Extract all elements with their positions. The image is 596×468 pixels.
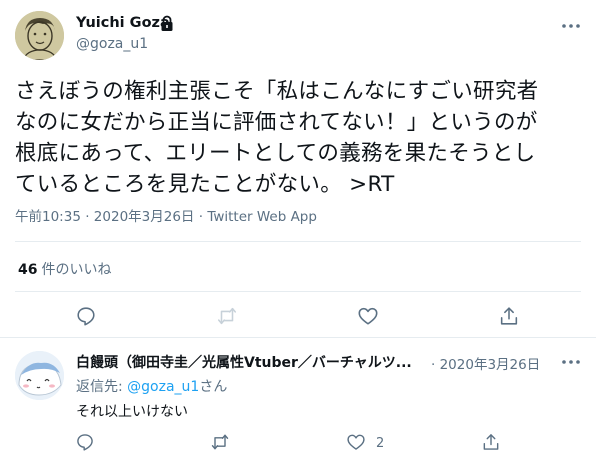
like-icon[interactable] xyxy=(346,432,366,452)
likes-count-link[interactable]: 46 件のいいね xyxy=(18,259,111,279)
more-options-icon[interactable] xyxy=(560,18,582,32)
reply-like-count: 2 xyxy=(376,436,385,451)
reply-text: それ以上いけない xyxy=(76,404,188,420)
tweet-text: さえぼうの権利主張こそ「私はこんなにすごい研究者 なのに女だから正当に評価されて… xyxy=(15,76,590,200)
main-tweet: Yuichi Goza @goza_u1 さえぼうの権利主張こそ「私はこんなにす… xyxy=(0,0,596,338)
tweet-meta: 午前10:35 · 2020年3月26日 · Twitter Web App xyxy=(15,205,317,225)
reply-author-avatar[interactable] xyxy=(15,351,64,400)
more-options-icon[interactable] xyxy=(560,354,582,368)
retweet-icon[interactable] xyxy=(210,432,230,452)
tweet-text-line: さえぼうの権利主張こそ「私はこんなにすごい研究者 xyxy=(15,79,539,104)
tweet-text-line: ているところを見たことがない。 >RT xyxy=(15,172,395,197)
reply-to-handle-link[interactable]: @goza_u1 xyxy=(127,379,199,395)
reply-tweet[interactable]: 白饅頭（御田寺圭／光属性Vtuber／バーチャルツ... · 2020年3月26… xyxy=(0,339,596,468)
reply-to-prefix: 返信先: xyxy=(76,379,128,395)
reply-date: · 2020年3月26日 xyxy=(431,353,540,373)
tweet-source[interactable]: Twitter Web App xyxy=(207,209,317,225)
reply-author-name[interactable]: 白饅頭（御田寺圭／光属性Vtuber／バーチャルツ... xyxy=(76,352,412,372)
meta-separator: · xyxy=(431,357,436,373)
reply-date-link[interactable]: 2020年3月26日 xyxy=(440,357,541,373)
tweet-text-line: なのに女だから正当に評価されてない！」というのが xyxy=(15,110,538,135)
tweet-date[interactable]: 2020年3月26日 xyxy=(94,209,195,225)
reply-icon[interactable] xyxy=(75,432,95,452)
reply-to-suffix: さん xyxy=(199,379,228,395)
tweet-time[interactable]: 午前10:35 xyxy=(15,209,81,225)
likes-count: 46 xyxy=(18,262,38,278)
lock-icon xyxy=(159,15,175,32)
share-icon[interactable] xyxy=(481,432,501,452)
author-display-name[interactable]: Yuichi Goza xyxy=(76,15,170,31)
likes-label: 件のいいね xyxy=(41,262,112,278)
share-icon[interactable] xyxy=(498,305,520,327)
like-icon[interactable] xyxy=(357,305,379,327)
reply-to-line: 返信先: @goza_u1さん xyxy=(76,376,227,396)
author-avatar[interactable] xyxy=(15,11,64,60)
reply-icon[interactable] xyxy=(75,305,97,327)
divider xyxy=(15,241,581,242)
meta-separator: · xyxy=(198,209,204,225)
retweet-icon[interactable] xyxy=(216,305,238,327)
tweet-text-line: 根底にあって、エリートとしての義務を果たそうとし xyxy=(15,141,536,166)
divider xyxy=(15,291,581,292)
meta-separator: · xyxy=(85,209,90,225)
author-handle[interactable]: @goza_u1 xyxy=(76,36,148,52)
